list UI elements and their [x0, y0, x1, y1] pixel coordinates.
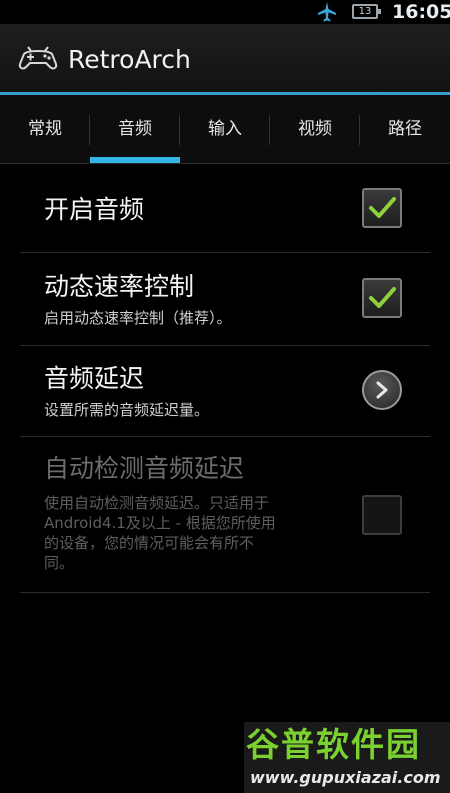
- status-bar: 13 16:05: [0, 0, 450, 24]
- summary-line: Android4.1及以上 - 根据您所使用: [44, 514, 276, 532]
- summary-line: 同。: [44, 554, 75, 572]
- setting-auto-detect-latency[interactable]: 自动检测音频延迟 使用自动检测音频延迟。只适用于 Android4.1及以上 -…: [20, 437, 430, 593]
- setting-summary: 启用动态速率控制（推荐）。: [44, 309, 232, 327]
- checkmark-icon: [369, 197, 396, 218]
- watermark: 谷普软件园 www.gupuxiazai.com: [244, 722, 450, 793]
- app-title: RetroArch: [68, 45, 191, 74]
- status-time: 16:05: [392, 1, 450, 23]
- setting-audio-latency[interactable]: 音频延迟 设置所需的音频延迟量。: [20, 346, 430, 437]
- auto-detect-checkbox[interactable]: [362, 495, 402, 535]
- watermark-url: www.gupuxiazai.com: [250, 768, 441, 787]
- tab-paths[interactable]: 路径: [360, 95, 450, 163]
- setting-title: 音频延迟: [44, 364, 145, 393]
- action-bar: RetroArch: [0, 24, 450, 92]
- setting-title: 自动检测音频延迟: [44, 454, 245, 483]
- tab-input[interactable]: 输入: [180, 95, 270, 163]
- watermark-brand: 谷普软件园: [246, 725, 421, 764]
- setting-title: 动态速率控制: [44, 272, 195, 301]
- settings-list: 开启音频 动态速率控制 启用动态速率控制（推荐）。 音频延迟 设置所需的音频延迟…: [20, 164, 430, 593]
- tab-bar: 常规 音频 输入 视频 路径: [0, 95, 450, 164]
- settings-screen: 13 16:05 RetroArch 常规 音频 输入 视频 路径 开启音频 动…: [0, 0, 450, 793]
- setting-enable-audio[interactable]: 开启音频: [20, 164, 430, 253]
- setting-summary: 使用自动检测音频延迟。只适用于 Android4.1及以上 - 根据您所使用 的…: [44, 493, 344, 573]
- checkmark-icon: [369, 287, 396, 308]
- gamepad-icon: [18, 46, 58, 74]
- dynamic-rate-checkbox[interactable]: [362, 278, 402, 318]
- airplane-icon: [316, 1, 338, 23]
- summary-line: 的设备，您的情况可能会有所不: [44, 534, 255, 552]
- chevron-right-icon[interactable]: [362, 370, 402, 410]
- summary-line: 使用自动检测音频延迟。只适用于: [44, 494, 270, 512]
- setting-title: 开启音频: [44, 195, 145, 224]
- setting-summary: 设置所需的音频延迟量。: [44, 401, 210, 419]
- enable-audio-checkbox[interactable]: [362, 188, 402, 228]
- tab-general[interactable]: 常规: [0, 95, 90, 163]
- battery-icon: 13: [352, 4, 381, 19]
- selected-tab-indicator: [90, 157, 180, 163]
- tab-video[interactable]: 视频: [270, 95, 360, 163]
- setting-dynamic-rate-control[interactable]: 动态速率控制 启用动态速率控制（推荐）。: [20, 253, 430, 346]
- tab-audio[interactable]: 音频: [90, 95, 180, 163]
